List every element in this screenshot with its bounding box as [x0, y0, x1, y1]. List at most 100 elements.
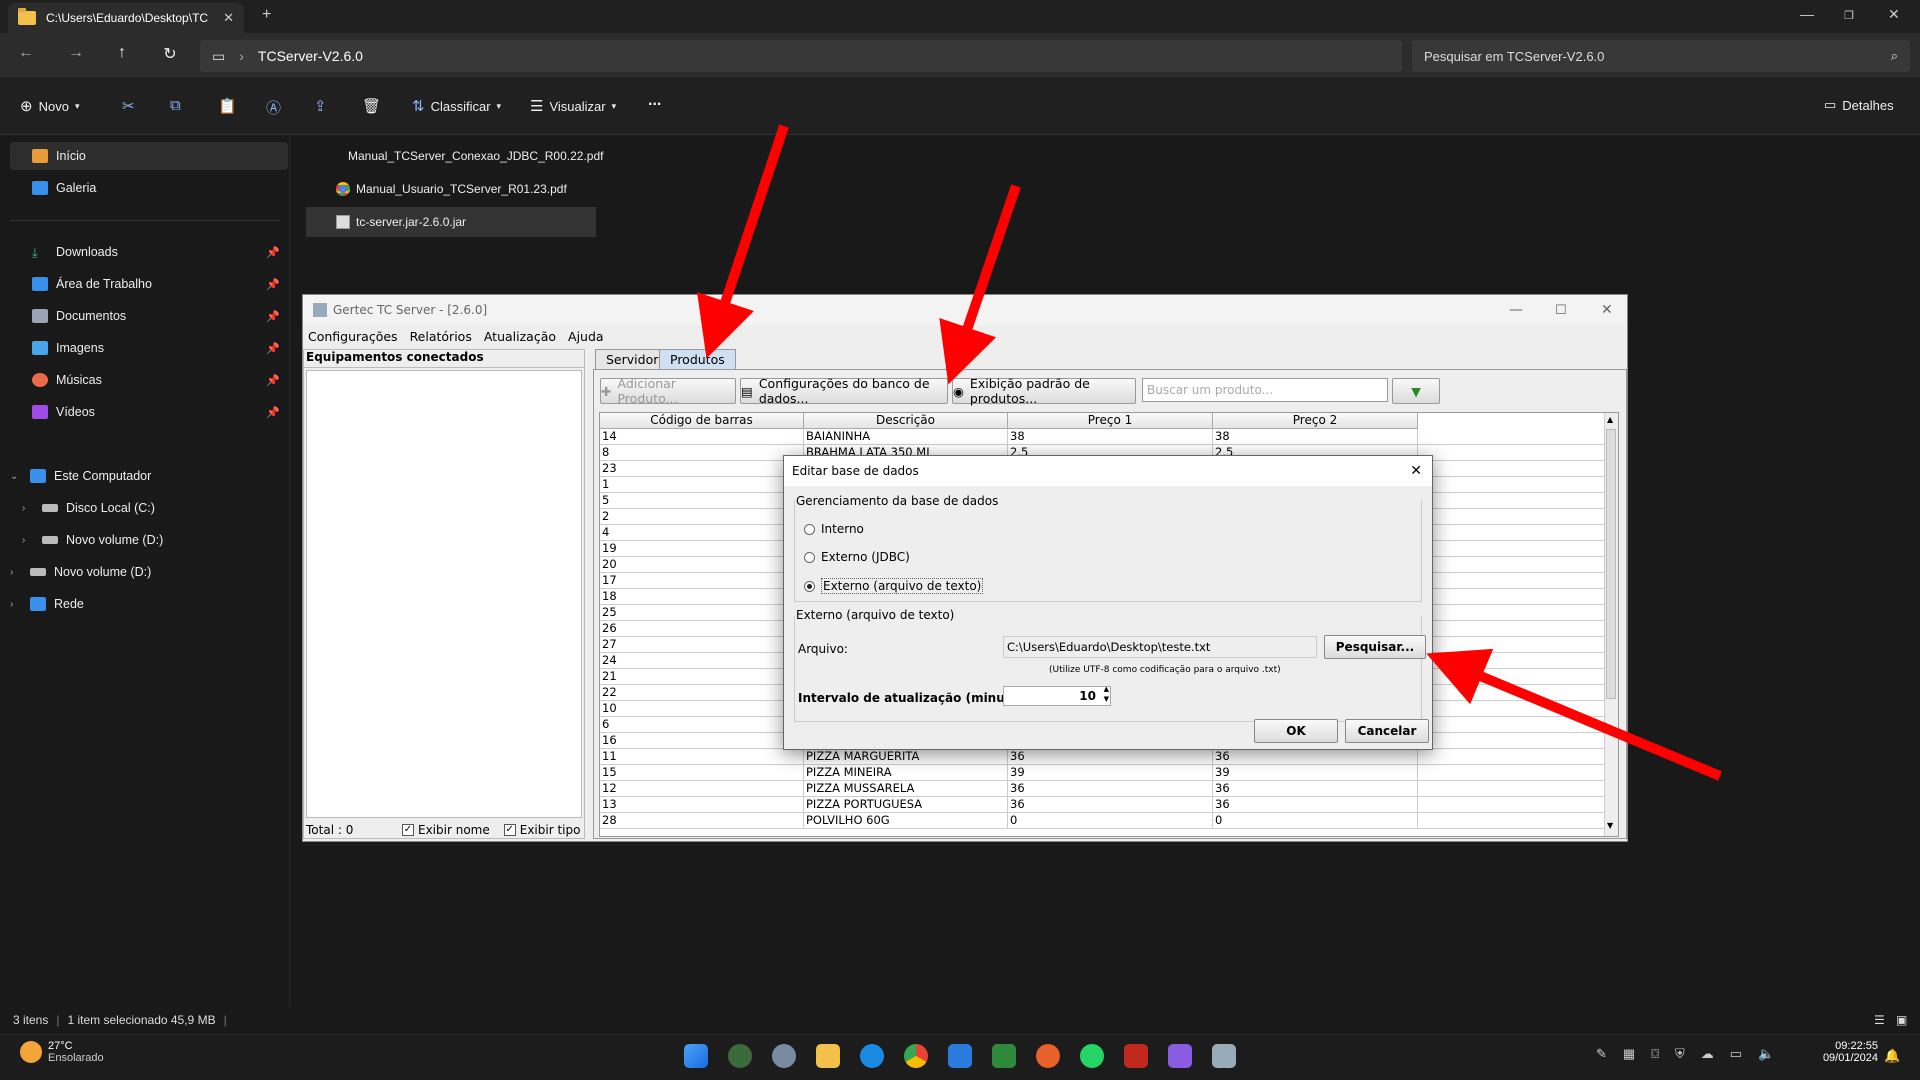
chrome-icon[interactable]	[904, 1044, 928, 1068]
spinner-up-icon[interactable]: ▲	[1104, 685, 1109, 693]
forward-icon[interactable]: →	[64, 44, 88, 62]
menu-configuracoes[interactable]: Configurações	[308, 329, 398, 344]
share-icon[interactable]: ⇪	[314, 97, 327, 115]
rename-icon[interactable]: Ⓐ	[266, 97, 281, 118]
new-button[interactable]: ⊕ Novo ▾	[20, 97, 79, 115]
table-row[interactable]: 13 PIZZA PORTUGUESA 36 36	[600, 797, 1605, 813]
more-options-button[interactable]: ...	[648, 92, 661, 110]
pin-icon[interactable]: 📌	[266, 406, 280, 419]
default-view-button[interactable]: ◉ Exibição padrão de produtos...	[952, 376, 1136, 406]
scroll-thumb[interactable]	[1606, 429, 1616, 699]
sidebar-item-network[interactable]: › Rede	[10, 590, 288, 618]
details-button[interactable]: ▭ Detalhes	[1824, 97, 1894, 113]
minimize-icon[interactable]: —	[1800, 6, 1814, 22]
whatsapp-icon[interactable]	[1080, 1044, 1104, 1068]
app-tray-icon[interactable]: ▦	[1623, 1046, 1635, 1062]
cut-icon[interactable]: ✂	[122, 97, 135, 115]
column-header[interactable]: Preço 1	[1008, 413, 1213, 429]
pin-icon[interactable]: 📌	[266, 310, 280, 323]
sidebar-item-desktop[interactable]: Área de Trabalho 📌	[10, 270, 288, 298]
cloud-icon[interactable]: ☁	[1701, 1046, 1714, 1062]
back-icon[interactable]: ←	[14, 44, 38, 62]
sidebar-item-volume-d[interactable]: › Novo volume (D:)	[10, 526, 288, 554]
menu-atualizacao[interactable]: Atualização	[484, 329, 556, 344]
sidebar-item-videos[interactable]: Vídeos 📌	[10, 398, 288, 426]
radio-text-file[interactable]: Externo (arquivo de texto)	[804, 578, 984, 594]
delete-icon[interactable]: 🗑	[362, 97, 381, 115]
sidebar-item-pictures[interactable]: Imagens 📌	[10, 334, 288, 362]
close-icon[interactable]: ✕	[1601, 302, 1613, 318]
spinner-down-icon[interactable]: ▼	[1104, 695, 1109, 703]
chevron-right-icon[interactable]: ›	[22, 503, 34, 514]
chevron-right-icon[interactable]: ›	[10, 567, 22, 578]
filezilla-icon[interactable]	[1124, 1044, 1148, 1068]
add-product-button[interactable]: ✚ Adicionar Produto...	[600, 376, 736, 406]
weather-widget[interactable]: 27°C Ensolarado	[20, 1040, 104, 1064]
settings-icon[interactable]	[772, 1044, 796, 1068]
scroll-down-icon[interactable]: ▼	[1607, 821, 1613, 830]
pin-icon[interactable]: 📌	[266, 374, 280, 387]
file-item[interactable]: Manual_Usuario_TCServer_R01.23.pdf	[306, 174, 596, 204]
chevron-down-icon[interactable]: ⌄	[10, 471, 22, 482]
list-view-icon[interactable]: ☰	[1874, 1013, 1885, 1027]
sidebar-item-this-pc[interactable]: ⌄ Este Computador	[10, 462, 288, 490]
pen-icon[interactable]: ✎	[1596, 1046, 1607, 1062]
firefox-icon[interactable]	[1036, 1044, 1060, 1068]
table-row[interactable]: 11 PIZZA MARGUERITA 36 36	[600, 749, 1605, 765]
column-header[interactable]: Código de barras	[600, 413, 804, 429]
volume-icon[interactable]: 🔈	[1758, 1046, 1774, 1062]
start-icon[interactable]	[684, 1044, 708, 1068]
chevron-right-icon[interactable]: ›	[22, 535, 34, 546]
sidebar-item-music[interactable]: Músicas 📌	[10, 366, 288, 394]
excel-icon[interactable]	[992, 1044, 1016, 1068]
clipchamp-icon[interactable]	[1168, 1044, 1192, 1068]
column-header[interactable]: Descrição	[804, 413, 1008, 429]
notification-icon[interactable]: 🔔	[1884, 1048, 1900, 1064]
sidebar-item-downloads[interactable]: ⤓ Downloads 📌	[10, 238, 288, 266]
db-settings-button[interactable]: ▤ Configurações do banco de dados...	[740, 376, 948, 406]
product-search-input[interactable]: Buscar um produto...	[1142, 378, 1388, 402]
address-bar[interactable]: ▭ › TCServer-V2.6.0	[200, 40, 1402, 72]
view-button[interactable]: ☰ Visualizar ▾	[530, 97, 616, 115]
radio-internal[interactable]: Interno	[804, 522, 864, 536]
edge-icon[interactable]	[860, 1044, 884, 1068]
table-row[interactable]: 12 PIZZA MUSSARELA 36 36	[600, 781, 1605, 797]
tiles-view-icon[interactable]: ▣	[1896, 1013, 1907, 1027]
outlook-icon[interactable]	[948, 1044, 972, 1068]
tab-produtos[interactable]: Produtos	[659, 349, 736, 369]
table-row[interactable]: 15 PIZZA MINEIRA 39 39	[600, 765, 1605, 781]
sort-button[interactable]: ⇅ Classificar ▾	[412, 97, 501, 115]
table-row[interactable]: 14 BAIANINHA 38 38	[600, 429, 1605, 445]
menu-relatorios[interactable]: Relatórios	[410, 329, 472, 344]
widgets-icon[interactable]	[728, 1044, 752, 1068]
new-tab-icon[interactable]: +	[262, 6, 271, 24]
devices-list[interactable]	[306, 370, 582, 818]
cancel-button[interactable]: Cancelar	[1345, 719, 1429, 743]
show-type-checkbox[interactable]: ✓ Exibir tipo	[503, 823, 580, 837]
ok-button[interactable]: OK	[1254, 719, 1338, 743]
sidebar-item-gallery[interactable]: Galeria	[10, 174, 288, 202]
filter-button[interactable]: ▼	[1392, 378, 1440, 404]
pin-icon[interactable]: 📌	[266, 342, 280, 355]
pin-icon[interactable]: 📌	[266, 278, 280, 291]
sidebar-item-volume-d-2[interactable]: › Novo volume (D:)	[10, 558, 288, 586]
chevron-right-icon[interactable]: ›	[10, 599, 22, 610]
explorer-tab[interactable]: C:\Users\Eduardo\Desktop\TC ✕	[8, 3, 244, 33]
close-tab-icon[interactable]: ✕	[223, 10, 234, 26]
minimize-icon[interactable]: —	[1509, 302, 1523, 318]
radio-jdbc[interactable]: Externo (JDBC)	[804, 550, 910, 564]
browse-button[interactable]: Pesquisar...	[1324, 635, 1426, 659]
file-item-selected[interactable]: tc-server.jar-2.6.0.jar	[306, 207, 596, 237]
file-item[interactable]: Manual_TCServer_Conexao_JDBC_R00.22.pdf	[306, 141, 603, 171]
sidebar-item-disk-c[interactable]: › Disco Local (C:)	[10, 494, 288, 522]
column-header[interactable]: Preço 2	[1213, 413, 1418, 429]
sidebar-item-home[interactable]: Início	[10, 142, 288, 170]
copy-icon[interactable]: ⧉	[170, 97, 181, 114]
show-name-checkbox[interactable]: ✓ Exibir nome	[402, 823, 490, 837]
interval-spinner[interactable]: 10 ▲ ▼	[1003, 685, 1111, 706]
up-icon[interactable]: ↑	[110, 44, 134, 62]
menu-ajuda[interactable]: Ajuda	[568, 329, 604, 344]
table-row[interactable]: 28 POLVILHO 60G 0 0	[600, 813, 1605, 829]
restore-icon[interactable]: ❐	[1844, 9, 1854, 22]
defender-icon[interactable]: ⛨	[1675, 1046, 1685, 1062]
